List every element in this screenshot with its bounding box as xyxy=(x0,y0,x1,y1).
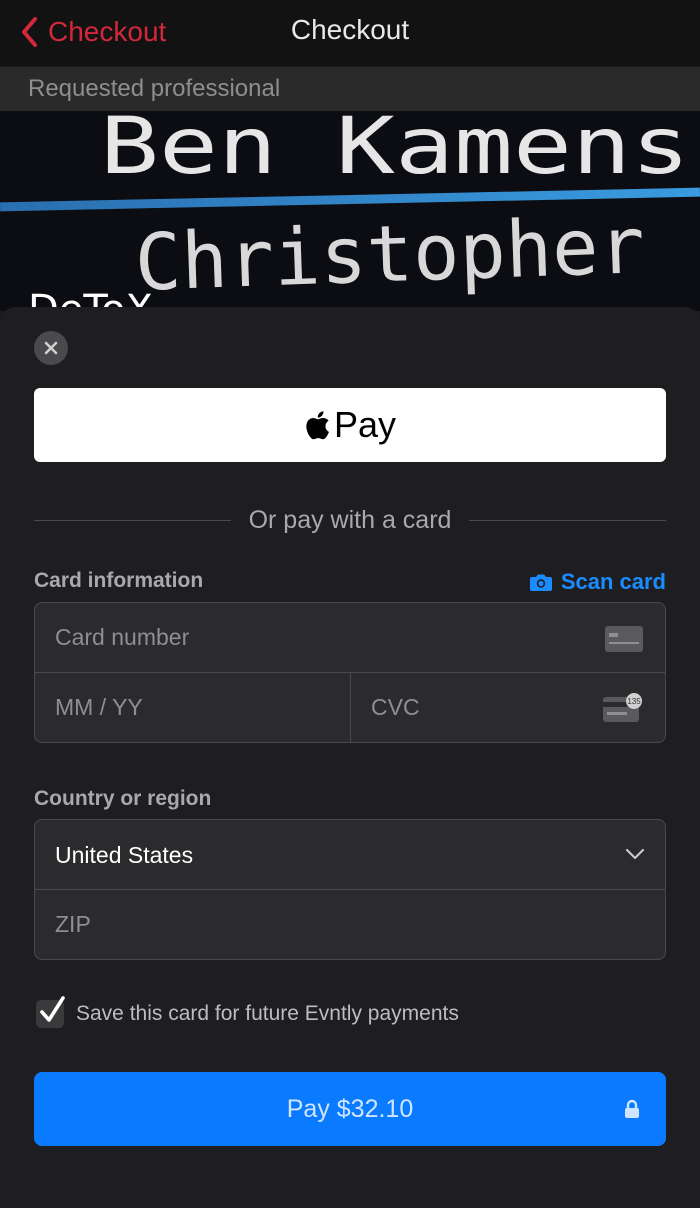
credit-card-icon xyxy=(605,626,643,652)
billing-group: United States xyxy=(34,819,666,960)
requested-professional-header: Requested professional xyxy=(0,67,700,111)
or-divider: Or pay with a card xyxy=(34,500,667,540)
payment-sheet: Pay Or pay with a card Card information … xyxy=(0,307,700,1208)
checkbox-box[interactable] xyxy=(36,996,65,1028)
zip-row xyxy=(35,889,665,959)
apple-pay-button[interactable]: Pay xyxy=(34,388,666,462)
checkmark-icon xyxy=(40,996,65,1022)
card-number-row xyxy=(35,603,665,672)
apple-logo-icon xyxy=(304,409,330,441)
card-details-group: 135 xyxy=(34,602,666,743)
country-value: United States xyxy=(55,842,194,868)
divider-line-right xyxy=(469,519,667,521)
background-photo: Ben Kamens Christopher DeToX xyxy=(0,111,700,311)
cvc-input[interactable] xyxy=(351,673,591,742)
close-button[interactable] xyxy=(34,331,68,365)
chevron-down-icon xyxy=(625,848,645,860)
camera-icon xyxy=(529,574,552,591)
apple-pay-label: Pay xyxy=(333,404,397,445)
country-select[interactable]: United States xyxy=(35,820,665,889)
save-card-checkbox[interactable]: Save this card for future Evntly payment… xyxy=(36,996,459,1028)
pay-button[interactable]: Pay $32.10 xyxy=(34,1072,666,1146)
pay-button-label: Pay $32.10 xyxy=(286,1094,414,1123)
card-information-label: Card information xyxy=(34,569,204,592)
or-pay-with-card-text: Or pay with a card xyxy=(248,505,452,534)
lock-icon xyxy=(625,1099,639,1118)
card-number-input[interactable] xyxy=(35,603,595,672)
zip-input[interactable] xyxy=(35,890,665,959)
expiry-cvc-row: 135 xyxy=(35,672,665,742)
page-title: Checkout xyxy=(290,14,410,45)
cvc-icon-text: 135 xyxy=(627,697,641,706)
divider-line-left xyxy=(34,519,231,521)
country-region-label: Country or region xyxy=(34,787,212,810)
save-card-label: Save this card for future Evntly payment… xyxy=(76,1002,459,1025)
nav-bar: Checkout Checkout xyxy=(0,0,700,66)
close-icon xyxy=(44,341,58,355)
scan-card-button[interactable]: Scan card xyxy=(529,569,666,595)
background-name-1: Ben Kamens xyxy=(100,111,690,192)
expiry-input[interactable] xyxy=(35,673,350,742)
background-name-2: Christopher xyxy=(133,201,646,309)
scan-card-label: Scan card xyxy=(560,569,666,594)
cvc-card-icon: 135 xyxy=(603,693,642,722)
